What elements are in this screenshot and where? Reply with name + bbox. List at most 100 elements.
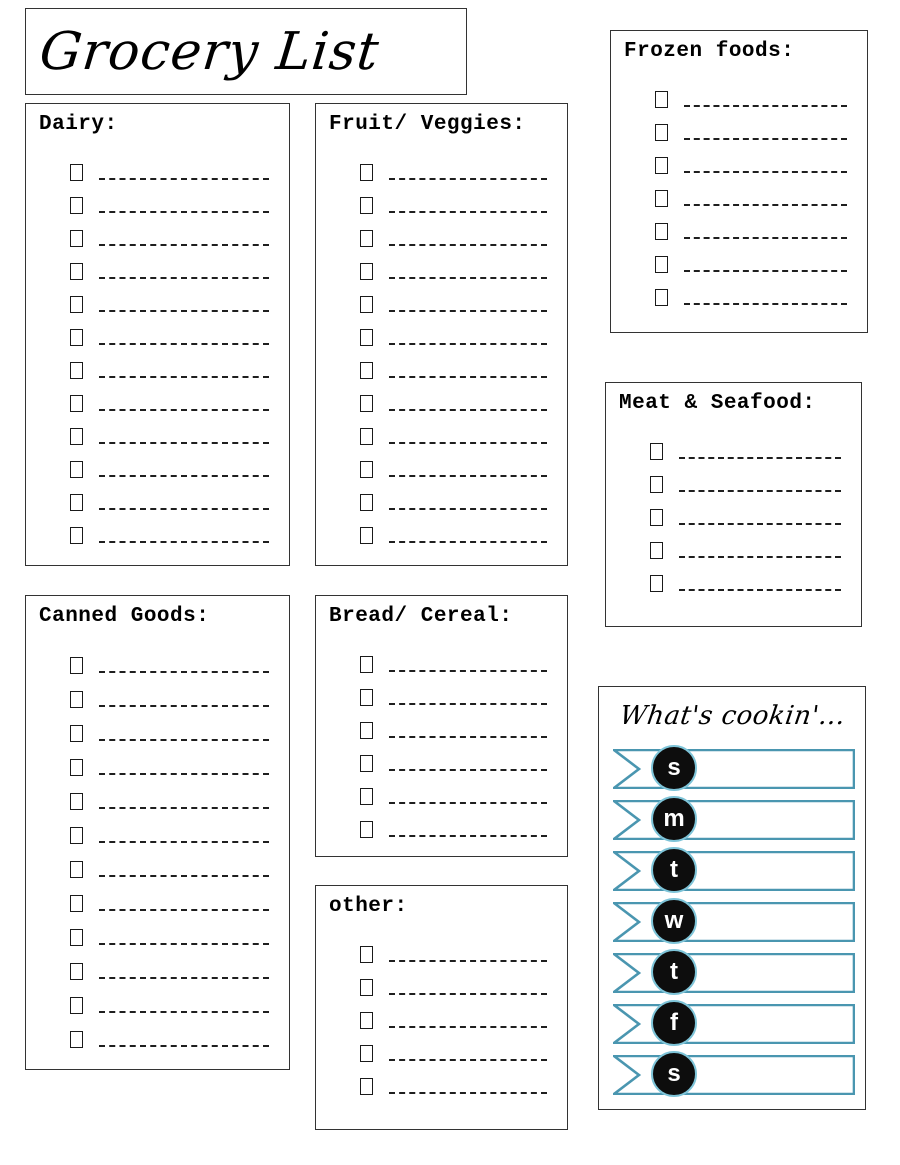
- write-in-line[interactable]: [99, 739, 269, 741]
- write-in-line[interactable]: [389, 736, 547, 738]
- write-in-line[interactable]: [99, 376, 269, 378]
- write-in-line[interactable]: [389, 703, 547, 705]
- day-ribbon-sunday[interactable]: [613, 749, 855, 789]
- checkbox[interactable]: [360, 461, 373, 478]
- checkbox[interactable]: [70, 197, 83, 214]
- checkbox[interactable]: [650, 509, 663, 526]
- checkbox[interactable]: [70, 725, 83, 742]
- write-in-line[interactable]: [99, 277, 269, 279]
- write-in-line[interactable]: [99, 211, 269, 213]
- checkbox[interactable]: [70, 329, 83, 346]
- checkbox[interactable]: [70, 997, 83, 1014]
- write-in-line[interactable]: [679, 556, 841, 558]
- write-in-line[interactable]: [99, 671, 269, 673]
- checkbox[interactable]: [360, 1012, 373, 1029]
- checkbox[interactable]: [70, 827, 83, 844]
- write-in-line[interactable]: [679, 589, 841, 591]
- checkbox[interactable]: [70, 296, 83, 313]
- checkbox[interactable]: [655, 289, 668, 306]
- checkbox[interactable]: [70, 895, 83, 912]
- checkbox[interactable]: [650, 476, 663, 493]
- checkbox[interactable]: [70, 494, 83, 511]
- write-in-line[interactable]: [99, 1011, 269, 1013]
- checkbox[interactable]: [360, 1045, 373, 1062]
- checkbox[interactable]: [70, 657, 83, 674]
- checkbox[interactable]: [655, 223, 668, 240]
- checkbox[interactable]: [360, 362, 373, 379]
- write-in-line[interactable]: [99, 475, 269, 477]
- write-in-line[interactable]: [99, 875, 269, 877]
- write-in-line[interactable]: [389, 802, 547, 804]
- checkbox[interactable]: [360, 296, 373, 313]
- write-in-line[interactable]: [389, 409, 547, 411]
- checkbox[interactable]: [70, 230, 83, 247]
- checkbox[interactable]: [360, 164, 373, 181]
- write-in-line[interactable]: [684, 204, 847, 206]
- day-ribbon-saturday[interactable]: [613, 1055, 855, 1095]
- write-in-line[interactable]: [684, 270, 847, 272]
- checkbox[interactable]: [650, 575, 663, 592]
- checkbox[interactable]: [70, 929, 83, 946]
- day-ribbon-thursday[interactable]: [613, 953, 855, 993]
- write-in-line[interactable]: [389, 769, 547, 771]
- checkbox[interactable]: [360, 428, 373, 445]
- write-in-line[interactable]: [99, 244, 269, 246]
- write-in-line[interactable]: [389, 1026, 547, 1028]
- write-in-line[interactable]: [389, 310, 547, 312]
- day-ribbon-wednesday[interactable]: [613, 902, 855, 942]
- write-in-line[interactable]: [389, 835, 547, 837]
- write-in-line[interactable]: [389, 244, 547, 246]
- write-in-line[interactable]: [684, 303, 847, 305]
- checkbox[interactable]: [360, 821, 373, 838]
- write-in-line[interactable]: [684, 171, 847, 173]
- write-in-line[interactable]: [389, 1059, 547, 1061]
- write-in-line[interactable]: [99, 705, 269, 707]
- checkbox[interactable]: [360, 788, 373, 805]
- checkbox[interactable]: [360, 329, 373, 346]
- write-in-line[interactable]: [99, 310, 269, 312]
- checkbox[interactable]: [70, 461, 83, 478]
- checkbox[interactable]: [70, 362, 83, 379]
- checkbox[interactable]: [360, 395, 373, 412]
- write-in-line[interactable]: [99, 943, 269, 945]
- write-in-line[interactable]: [684, 237, 847, 239]
- checkbox[interactable]: [655, 124, 668, 141]
- write-in-line[interactable]: [389, 211, 547, 213]
- write-in-line[interactable]: [99, 541, 269, 543]
- checkbox[interactable]: [360, 230, 373, 247]
- checkbox[interactable]: [360, 946, 373, 963]
- write-in-line[interactable]: [99, 909, 269, 911]
- write-in-line[interactable]: [679, 490, 841, 492]
- write-in-line[interactable]: [99, 178, 269, 180]
- write-in-line[interactable]: [389, 508, 547, 510]
- checkbox[interactable]: [70, 428, 83, 445]
- checkbox[interactable]: [360, 1078, 373, 1095]
- write-in-line[interactable]: [99, 807, 269, 809]
- day-ribbon-tuesday[interactable]: [613, 851, 855, 891]
- write-in-line[interactable]: [389, 670, 547, 672]
- write-in-line[interactable]: [99, 343, 269, 345]
- write-in-line[interactable]: [679, 523, 841, 525]
- checkbox[interactable]: [650, 443, 663, 460]
- checkbox[interactable]: [360, 263, 373, 280]
- write-in-line[interactable]: [389, 343, 547, 345]
- checkbox[interactable]: [360, 755, 373, 772]
- checkbox[interactable]: [655, 157, 668, 174]
- checkbox[interactable]: [70, 263, 83, 280]
- checkbox[interactable]: [655, 91, 668, 108]
- day-ribbon-friday[interactable]: [613, 1004, 855, 1044]
- write-in-line[interactable]: [684, 105, 847, 107]
- checkbox[interactable]: [655, 190, 668, 207]
- write-in-line[interactable]: [389, 475, 547, 477]
- checkbox[interactable]: [360, 722, 373, 739]
- write-in-line[interactable]: [99, 409, 269, 411]
- checkbox[interactable]: [70, 759, 83, 776]
- checkbox[interactable]: [360, 527, 373, 544]
- write-in-line[interactable]: [389, 277, 547, 279]
- checkbox[interactable]: [360, 979, 373, 996]
- write-in-line[interactable]: [389, 993, 547, 995]
- write-in-line[interactable]: [99, 508, 269, 510]
- write-in-line[interactable]: [679, 457, 841, 459]
- write-in-line[interactable]: [389, 376, 547, 378]
- write-in-line[interactable]: [389, 178, 547, 180]
